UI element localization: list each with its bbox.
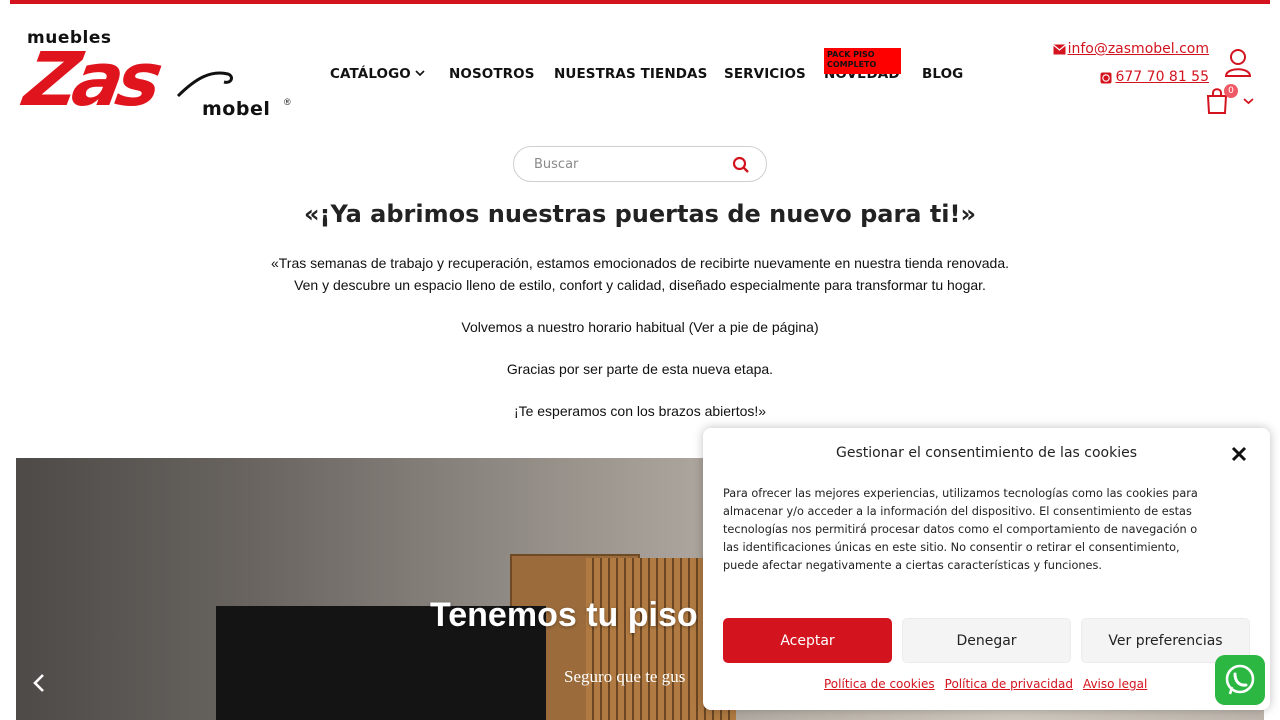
privacy-policy-link[interactable]: Política de privacidad: [945, 677, 1073, 691]
cookie-body-text: Para ofrecer las mejores experiencias, u…: [723, 487, 1198, 572]
cookie-consent-dialog: Gestionar el consentimiento de las cooki…: [703, 428, 1270, 710]
cart-chevron-down-icon[interactable]: [1243, 96, 1254, 108]
whatsapp-small-icon: [1100, 72, 1113, 83]
announcement-line-4: Gracias por ser parte de esta nueva etap…: [506, 361, 774, 377]
top-accent-bar: [10, 0, 1270, 4]
cookie-policy-link[interactable]: Política de cookies: [824, 677, 935, 691]
accept-button[interactable]: Aceptar: [723, 618, 892, 663]
registered-mark: ®: [284, 97, 291, 107]
envelope-icon: [1052, 44, 1066, 55]
chevron-down-icon: [415, 69, 425, 80]
header-contact: info@zasmobel.com 677 70 81 55: [1052, 40, 1209, 86]
announcement-line-2: Ven y descubre un espacio lleno de estil…: [294, 277, 986, 293]
close-icon[interactable]: [1230, 445, 1248, 467]
announcement-title: «¡Ya abrimos nuestras puertas de nuevo p…: [304, 200, 976, 228]
cookie-title: Gestionar el consentimiento de las cooki…: [835, 445, 1138, 461]
site-logo[interactable]: muebles Zas mobel ®: [18, 28, 292, 124]
announcement-line-3: Volvemos a nuestro horario habitual (Ver…: [461, 319, 819, 335]
whatsapp-chat-button[interactable]: [1215, 655, 1265, 705]
nav-item-blog[interactable]: BLOG: [922, 66, 963, 82]
announcement-line-5: ¡Te esperamos con los brazos abiertos!»: [513, 403, 767, 419]
nav-item-servicios[interactable]: SERVICIOS: [724, 66, 824, 82]
logo-sub-text: mobel: [202, 98, 271, 120]
cart-count-badge: 0: [1224, 84, 1238, 98]
nav-item-tiendas[interactable]: NUESTRAS TIENDAS: [554, 66, 724, 82]
nav-item-catalogo[interactable]: CATÁLOGO: [330, 66, 449, 82]
announcement-line-1: «Tras semanas de trabajo y recuperación,…: [270, 255, 1010, 271]
nav-badge-pack[interactable]: PACK PISO COMPLETO: [824, 48, 901, 74]
search-icon[interactable]: [732, 156, 750, 179]
deny-button[interactable]: Denegar: [902, 618, 1071, 663]
search-input[interactable]: [534, 156, 714, 172]
slider-prev-arrow-icon[interactable]: [32, 670, 46, 700]
nav-item-nosotros[interactable]: NOSOTROS: [449, 66, 554, 82]
cookie-links: Política de cookies Política de privacid…: [824, 677, 1147, 691]
email-link[interactable]: info@zasmobel.com: [1052, 40, 1209, 58]
hero-title: Tenemos tu piso: [430, 596, 698, 634]
phone-link[interactable]: 677 70 81 55: [1053, 68, 1209, 86]
user-account-icon[interactable]: [1222, 48, 1254, 83]
logo-swoosh-icon: [176, 71, 233, 98]
hero-subtitle: Seguro que te gus: [564, 667, 686, 686]
search-bar: [513, 146, 767, 182]
legal-notice-link[interactable]: Aviso legal: [1083, 677, 1147, 691]
whatsapp-icon: [1225, 664, 1255, 695]
logo-main-text: Zas: [18, 37, 164, 123]
